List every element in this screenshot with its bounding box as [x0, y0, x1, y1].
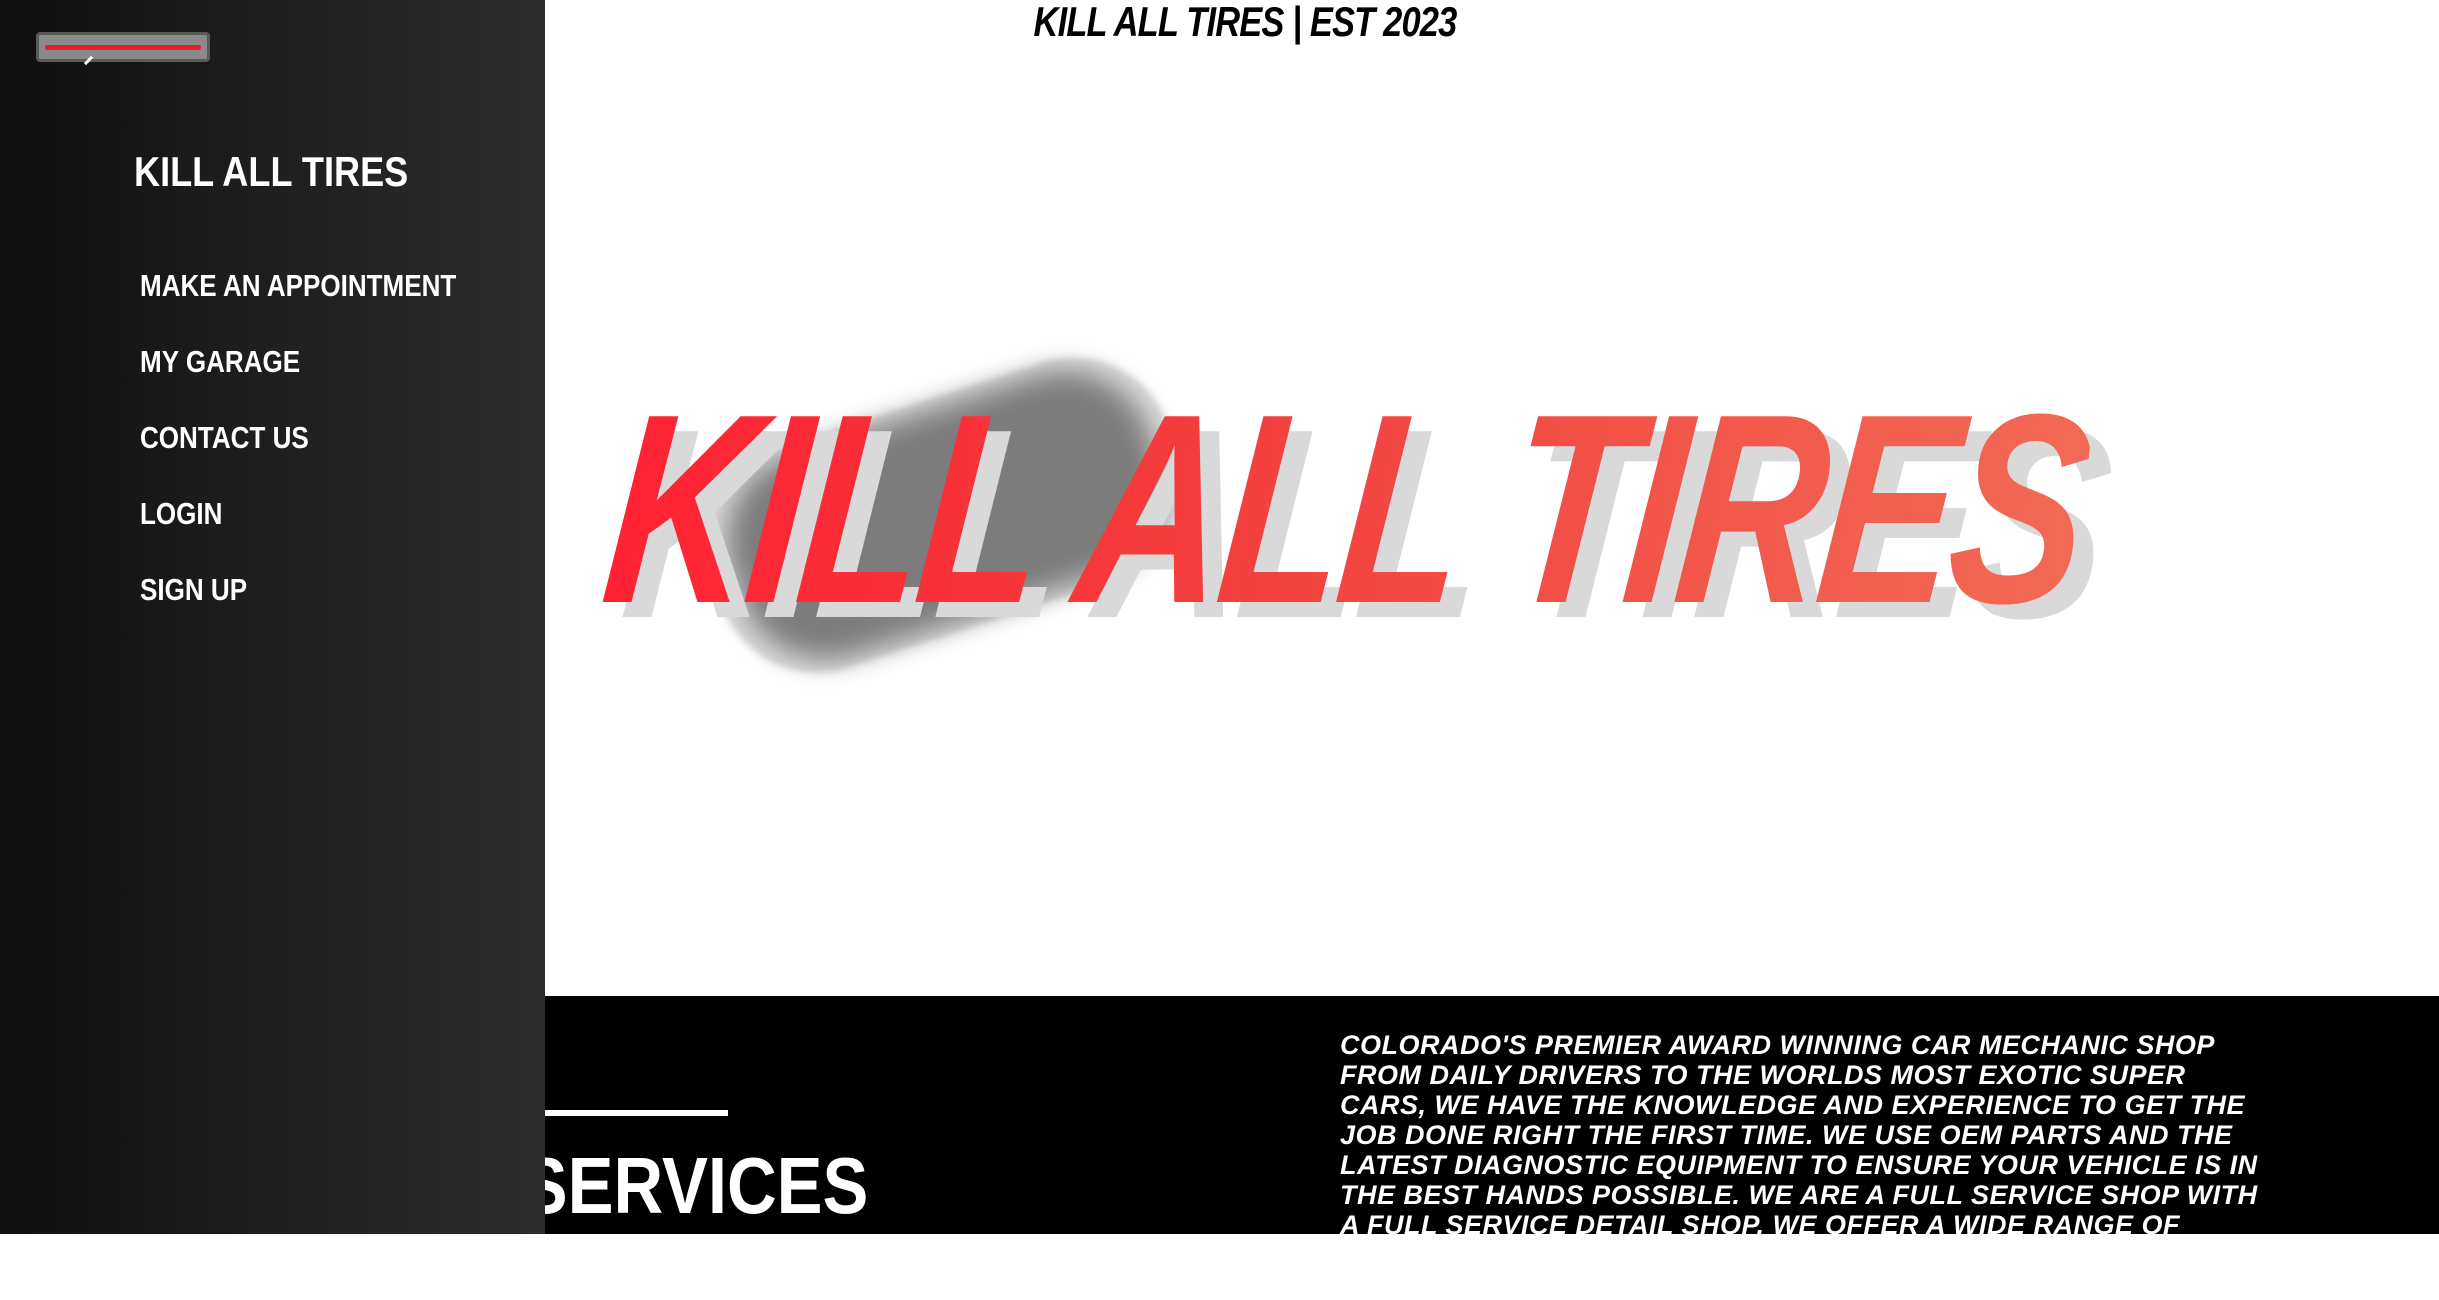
- nav-link-my-garage[interactable]: MY GARAGE: [140, 344, 300, 380]
- nav-link-make-appointment[interactable]: MAKE AN APPOINTMENT: [140, 268, 456, 304]
- sidebar-brand: KILL ALL TIRES: [134, 148, 409, 195]
- sidebar-item-appointment: MAKE AN APPOINTMENT: [140, 268, 517, 344]
- nav-link-login[interactable]: LOGIN: [140, 496, 222, 532]
- sidebar-item-garage: MY GARAGE: [140, 344, 517, 420]
- hero-section: KILL ALL TIRES KILL ALL TIRES: [545, 60, 2439, 996]
- sidebar-item-signup: SIGN UP: [140, 572, 517, 648]
- sidebar-item-contact: CONTACT US: [140, 420, 517, 496]
- hero-wordmark: KILL ALL TIRES: [592, 359, 2100, 660]
- menu-toggle-button[interactable]: [36, 32, 210, 62]
- menu-close-icon: [45, 45, 201, 50]
- services-description: Colorado's premier award winning car mec…: [1340, 1030, 2258, 1300]
- sidebar-nav: MAKE AN APPOINTMENT MY GARAGE CONTACT US…: [140, 268, 517, 648]
- sidebar-item-login: LOGIN: [140, 496, 517, 572]
- sidebar: KILL ALL TIRES MAKE AN APPOINTMENT MY GA…: [0, 0, 545, 1234]
- nav-link-contact-us[interactable]: CONTACT US: [140, 420, 309, 456]
- page-title: KILL ALL TIRES | EST 2023: [1033, 0, 1458, 45]
- nav-link-sign-up[interactable]: SIGN UP: [140, 572, 247, 608]
